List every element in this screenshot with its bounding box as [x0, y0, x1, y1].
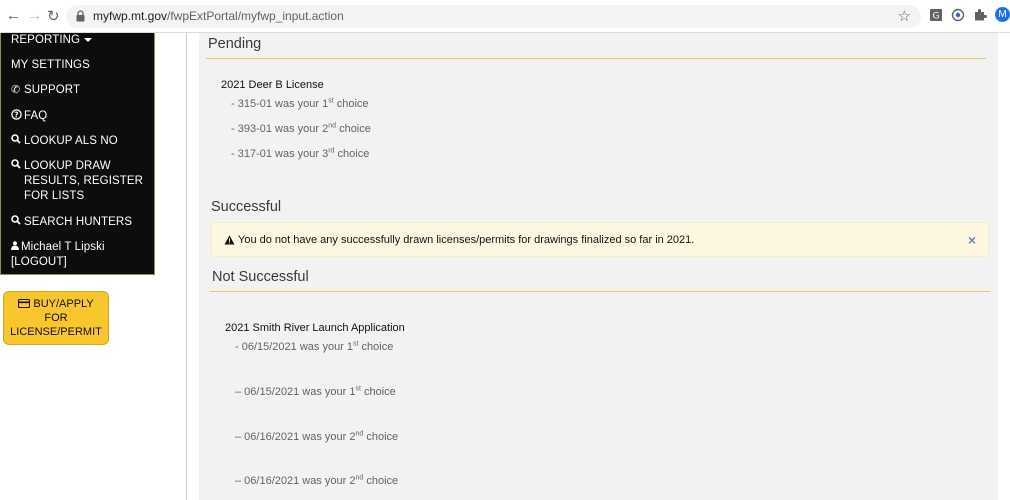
browser-toolbar: ← → ↻ myfwp.mt.gov/fwpExtPortal/myfwp_in… — [0, 0, 1010, 33]
pending-heading: Pending — [208, 36, 262, 52]
sidebar-item-user-logout[interactable]: Michael T Lipski [LOGOUT] — [11, 240, 105, 270]
pending-license-title: 2021 Deer B License — [221, 79, 324, 91]
puzzle-extensions-icon[interactable] — [973, 8, 987, 22]
sidebar-item-lookup-als[interactable]: LOOKUP ALS NO — [11, 134, 118, 149]
close-icon[interactable]: × — [968, 232, 976, 248]
pending-choice-3: - 317-01 was your 3rd choice — [231, 147, 370, 160]
not-successful-choice-2: – 06/15/2021 was your 1st choice — [235, 385, 396, 398]
svg-text:?: ? — [14, 110, 18, 119]
successful-heading: Successful — [211, 199, 282, 215]
credit-card-icon — [18, 298, 31, 309]
search-icon — [11, 159, 24, 174]
forward-arrow-icon[interactable]: → — [27, 7, 42, 24]
sidebar-item-my-settings[interactable]: MY SETTINGS — [11, 58, 90, 73]
address-bar[interactable]: myfwp.mt.gov/fwpExtPortal/myfwp_input.ac… — [66, 5, 921, 28]
not-successful-divider — [210, 291, 990, 292]
profile-avatar[interactable]: M — [995, 7, 1010, 22]
pending-choice-1: - 315-01 was your 1st choice — [231, 97, 369, 110]
question-circle-icon: ? — [11, 109, 24, 124]
search-icon — [11, 134, 24, 149]
not-successful-choice-4: – 06/16/2021 was your 2nd choice — [235, 474, 399, 487]
lock-icon — [76, 10, 85, 22]
buy-apply-license-button[interactable]: BUY/APPLY FOR LICENSE/PERMIT — [3, 291, 109, 345]
sidebar-item-reporting[interactable]: REPORTING — [11, 33, 93, 48]
sidebar-item-search-hunters[interactable]: SEARCH HUNTERS — [11, 215, 132, 230]
extension-g-icon[interactable]: G — [929, 8, 943, 22]
user-icon — [11, 240, 21, 255]
reload-icon[interactable]: ↻ — [47, 7, 60, 25]
not-successful-license-title: 2021 Smith River Launch Application — [225, 322, 405, 334]
pending-divider — [206, 58, 986, 59]
url-text: myfwp.mt.gov/fwpExtPortal/myfwp_input.ac… — [93, 9, 344, 23]
svg-text:G: G — [933, 12, 940, 22]
content-divider — [186, 33, 187, 500]
not-successful-heading: Not Successful — [212, 269, 309, 285]
successful-alert: You do not have any successfully drawn l… — [211, 222, 989, 257]
sidebar-item-lookup-draw-results[interactable]: LOOKUP DRAW RESULTS, REGISTER FOR LISTS — [11, 159, 143, 204]
sidebar-nav: REPORTING MY SETTINGS ✆ SUPPORT ? FAQ LOO… — [0, 33, 155, 275]
extension-target-icon[interactable] — [951, 8, 965, 22]
phone-icon: ✆ — [11, 84, 21, 96]
warning-icon — [224, 235, 235, 245]
back-arrow-icon[interactable]: ← — [6, 7, 21, 24]
not-successful-choice-3: – 06/16/2021 was your 2nd choice — [235, 430, 399, 443]
sidebar-item-faq[interactable]: ? FAQ — [11, 109, 47, 124]
pending-choice-2: - 393-01 was your 2nd choice — [231, 122, 371, 135]
not-successful-choice-1: - 06/15/2021 was your 1st choice — [235, 340, 394, 353]
search-icon — [11, 215, 24, 230]
alert-message: You do not have any successfully drawn l… — [238, 234, 695, 246]
bookmark-star-icon[interactable]: ☆ — [898, 7, 911, 25]
sidebar-item-support[interactable]: ✆ SUPPORT — [11, 83, 80, 98]
caret-down-icon — [84, 37, 93, 42]
